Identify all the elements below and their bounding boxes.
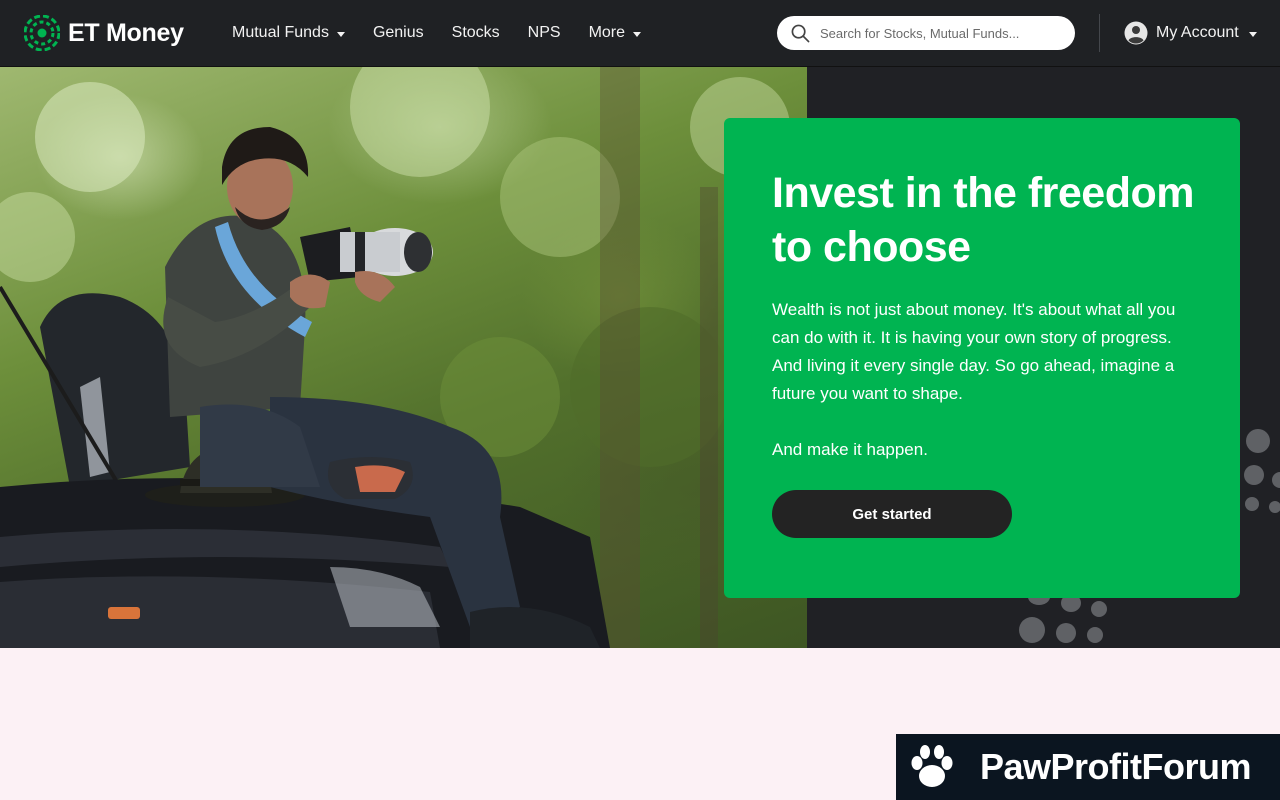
user-icon bbox=[1124, 21, 1148, 45]
hero-illustration bbox=[0, 67, 790, 648]
watermark-text: PawProfitForum bbox=[980, 746, 1252, 787]
nav-item-label: Stocks bbox=[451, 24, 500, 41]
main-nav: Mutual Funds Genius Stocks NPS More bbox=[232, 0, 669, 66]
decorative-dot bbox=[1272, 472, 1280, 488]
nav-item-label: Genius bbox=[372, 24, 424, 41]
brand-name: ET Money bbox=[68, 18, 184, 47]
account-label: My Account bbox=[1156, 24, 1239, 41]
nav-item-mutual-funds[interactable]: Mutual Funds bbox=[232, 24, 345, 42]
search-bar[interactable] bbox=[777, 16, 1075, 50]
hero-description: Wealth is not just about money. It's abo… bbox=[772, 300, 1176, 403]
decorative-dot bbox=[1019, 617, 1045, 643]
photographer-on-jeep-photo bbox=[0, 67, 807, 648]
decorative-dot bbox=[1245, 497, 1259, 511]
nav-item-label: NPS bbox=[527, 24, 561, 41]
brand-logo[interactable]: ET Money bbox=[24, 14, 184, 52]
hero-section: Invest in the freedom to choose Wealth i… bbox=[0, 67, 1280, 648]
nav-item-nps[interactable]: NPS bbox=[528, 24, 561, 42]
my-account-menu[interactable]: My Account bbox=[1124, 20, 1257, 46]
search-input[interactable] bbox=[820, 25, 1050, 41]
search-icon bbox=[791, 24, 810, 42]
hero-tagline: And make it happen. bbox=[772, 440, 928, 459]
et-money-logo-icon bbox=[24, 15, 60, 51]
chevron-down-icon bbox=[633, 31, 642, 37]
chevron-down-icon bbox=[336, 31, 345, 37]
get-started-button[interactable]: Get started bbox=[772, 490, 1012, 538]
nav-item-genius[interactable]: Genius bbox=[373, 24, 424, 42]
decorative-dot bbox=[1087, 627, 1103, 643]
top-navbar: ET Money Mutual Funds Genius Stocks NPS … bbox=[0, 0, 1280, 67]
paw-icon bbox=[911, 745, 953, 787]
decorative-dot bbox=[1091, 601, 1107, 617]
nav-item-stocks[interactable]: Stocks bbox=[452, 24, 500, 42]
decorative-dot bbox=[1246, 429, 1270, 453]
decorative-dot bbox=[1269, 501, 1280, 513]
decorative-dot bbox=[1056, 623, 1076, 643]
nav-item-label: Mutual Funds bbox=[232, 24, 329, 41]
hero-card: Invest in the freedom to choose Wealth i… bbox=[724, 118, 1240, 598]
decorative-dot bbox=[1244, 465, 1264, 485]
watermark-banner: PawProfitForum bbox=[896, 734, 1280, 800]
nav-item-more[interactable]: More bbox=[588, 24, 642, 42]
nav-divider bbox=[1099, 14, 1100, 52]
nav-item-label: More bbox=[588, 24, 626, 41]
chevron-down-icon bbox=[1248, 31, 1257, 37]
hero-title: Invest in the freedom to choose bbox=[772, 169, 1194, 271]
